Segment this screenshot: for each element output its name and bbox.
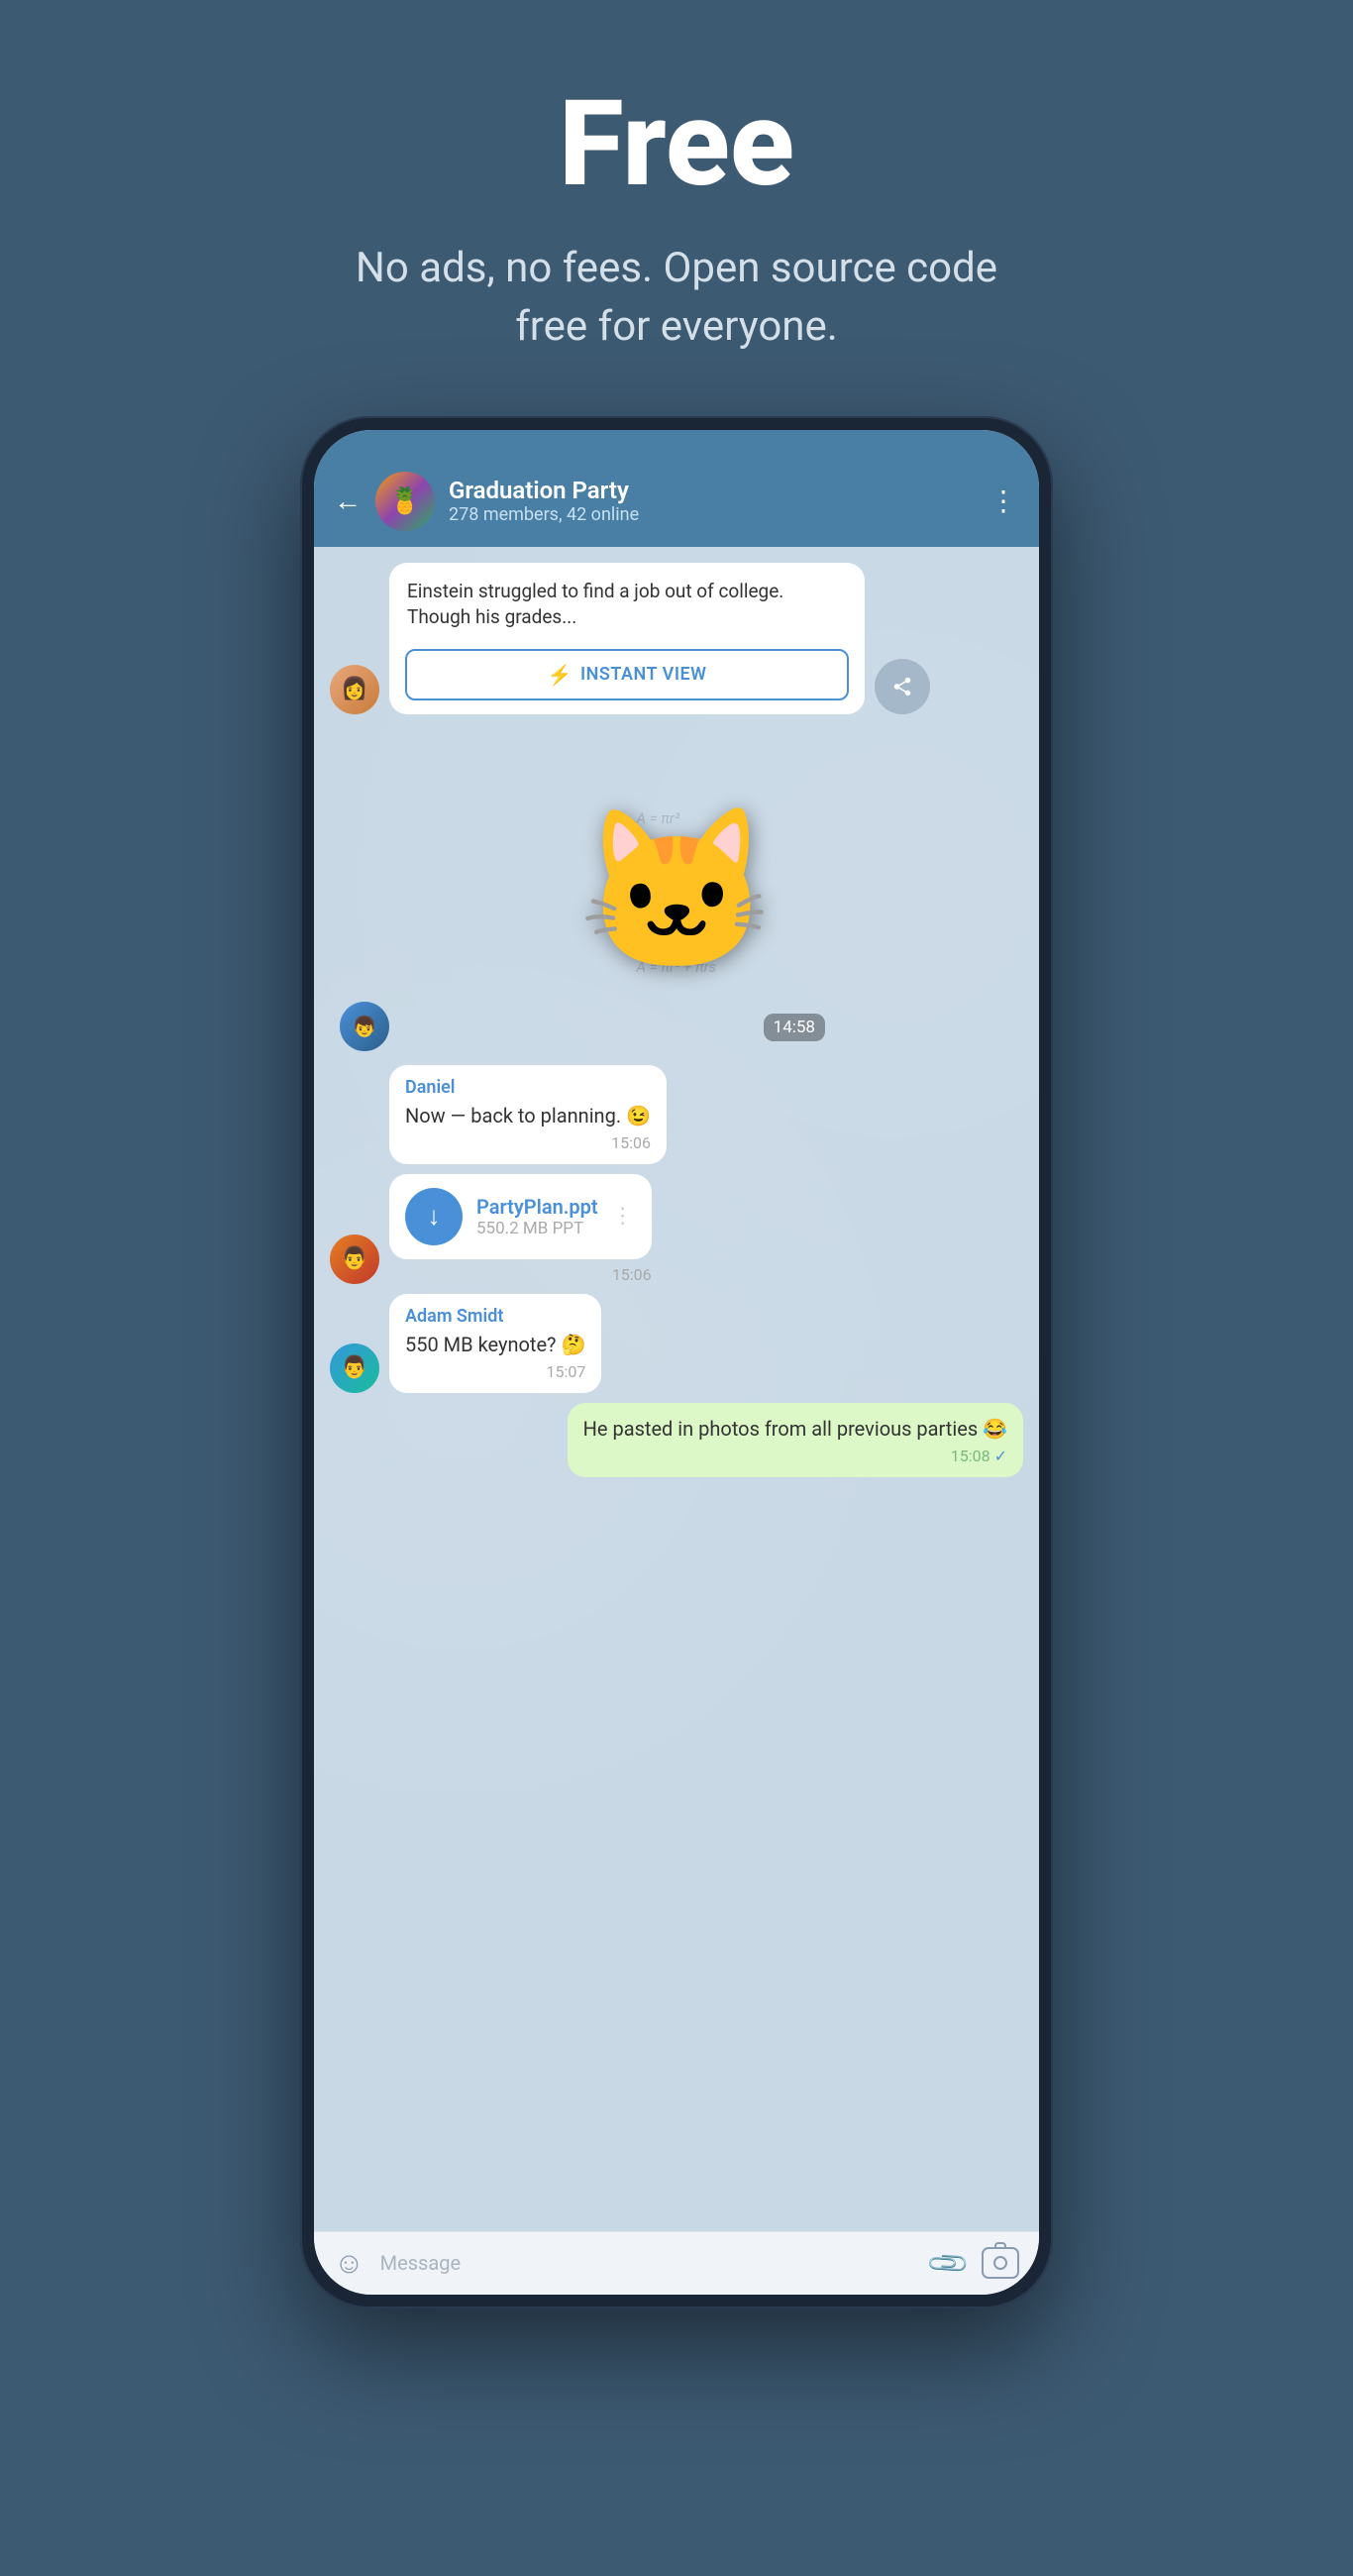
avatar-adam: 👨: [330, 1343, 379, 1393]
file-download-button[interactable]: ↓: [405, 1188, 463, 1245]
chat-body: 👩 Einstein struggled to find a job out o…: [314, 547, 1039, 2231]
chat-name: Graduation Party: [449, 477, 976, 504]
chat-info: Graduation Party 278 members, 42 online: [449, 477, 976, 525]
message-row-daniel: Daniel Now — back to planning. 😉 15:06: [330, 1065, 1023, 1164]
message-row-file: 👨 ↓ PartyPlan.ppt 550.2 MB PPT ⋮ 15:06: [330, 1174, 1023, 1284]
daniel-bubble: Daniel Now — back to planning. 😉 15:06: [389, 1065, 667, 1164]
camera-lens: [993, 2256, 1007, 2270]
sticker-timestamp: 14:58: [764, 1014, 825, 1041]
bubble-text-adam: 550 MB keynote? 🤔: [405, 1331, 585, 1358]
message-input-bar: ☺ Message 📎: [314, 2231, 1039, 2295]
camera-top: [994, 2242, 1006, 2248]
share-button[interactable]: [875, 659, 930, 714]
sticker-row: 👦 A = πr² V = l³ P = 2πr A = πr² s = √: [330, 734, 1023, 1051]
file-message-container: ↓ PartyPlan.ppt 550.2 MB PPT ⋮ 15:06: [389, 1174, 652, 1284]
file-size: 550.2 MB PPT: [476, 1219, 598, 1238]
hero-section: Free No ads, no fees. Open source code f…: [290, 0, 1063, 416]
message-row-self: He pasted in photos from all previous pa…: [330, 1403, 1023, 1477]
message-input[interactable]: Message: [380, 2251, 915, 2275]
emoji-button[interactable]: ☺: [334, 2246, 364, 2281]
bolt-icon: ⚡: [548, 663, 572, 687]
sticker-container: A = πr² V = l³ P = 2πr A = πr² s = √(r² …: [330, 734, 1023, 1051]
file-menu-button[interactable]: ⋮: [612, 1204, 636, 1229]
instant-view-label: INSTANT VIEW: [580, 664, 707, 685]
message-row-adam: 👨 Adam Smidt 550 MB keynote? 🤔 15:07: [330, 1294, 1023, 1393]
bubble-time-daniel: 15:06: [405, 1133, 651, 1152]
camera-button[interactable]: [982, 2247, 1019, 2279]
chat-avatar: 🍍: [375, 472, 435, 531]
attach-button[interactable]: 📎: [925, 2239, 973, 2287]
hero-subtitle: No ads, no fees. Open source code free f…: [330, 240, 1023, 357]
article-text: Einstein struggled to find a job out of …: [389, 563, 865, 641]
phone-outer: ← 🍍 Graduation Party 278 members, 42 onl…: [300, 416, 1053, 2308]
bubble-sender-adam: Adam Smidt: [405, 1306, 585, 1327]
avatar-male2: 👨: [330, 1234, 379, 1284]
file-bubble: ↓ PartyPlan.ppt 550.2 MB PPT ⋮: [389, 1174, 652, 1259]
hero-title: Free: [330, 79, 1023, 210]
cat-sticker: 🐱: [577, 800, 775, 985]
self-bubble: He pasted in photos from all previous pa…: [568, 1403, 1023, 1477]
chat-menu-button[interactable]: ⋮: [989, 484, 1019, 517]
phone-wrapper: ← 🍍 Graduation Party 278 members, 42 onl…: [0, 416, 1353, 2388]
file-name: PartyPlan.ppt: [476, 1195, 598, 1219]
back-button[interactable]: ←: [334, 487, 362, 515]
sticker-image: A = πr² V = l³ P = 2πr A = πr² s = √(r² …: [518, 734, 835, 1051]
file-time: 15:06: [389, 1265, 652, 1284]
bubble-text-daniel: Now — back to planning. 😉: [405, 1102, 651, 1129]
instant-view-button[interactable]: ⚡ INSTANT VIEW: [405, 649, 849, 700]
avatar-female: 👩: [330, 665, 379, 714]
adam-bubble: Adam Smidt 550 MB keynote? 🤔 15:07: [389, 1294, 601, 1393]
phone-inner: ← 🍍 Graduation Party 278 members, 42 onl…: [314, 430, 1039, 2295]
chat-header: ← 🍍 Graduation Party 278 members, 42 onl…: [314, 460, 1039, 547]
chat-members: 278 members, 42 online: [449, 504, 976, 525]
read-checkmark: ✓: [994, 1447, 1007, 1465]
file-info: PartyPlan.ppt 550.2 MB PPT: [476, 1195, 598, 1238]
status-bar: [314, 430, 1039, 460]
article-bubble: Einstein struggled to find a job out of …: [389, 563, 865, 714]
message-row-article: 👩 Einstein struggled to find a job out o…: [330, 563, 1023, 714]
bubble-time-adam: 15:07: [405, 1362, 585, 1381]
bubble-time-self: 15:08 ✓: [583, 1447, 1007, 1465]
bubble-text-self: He pasted in photos from all previous pa…: [583, 1415, 1007, 1443]
avatar-emoji: 🍍: [389, 486, 421, 516]
bubble-sender-daniel: Daniel: [405, 1077, 651, 1098]
